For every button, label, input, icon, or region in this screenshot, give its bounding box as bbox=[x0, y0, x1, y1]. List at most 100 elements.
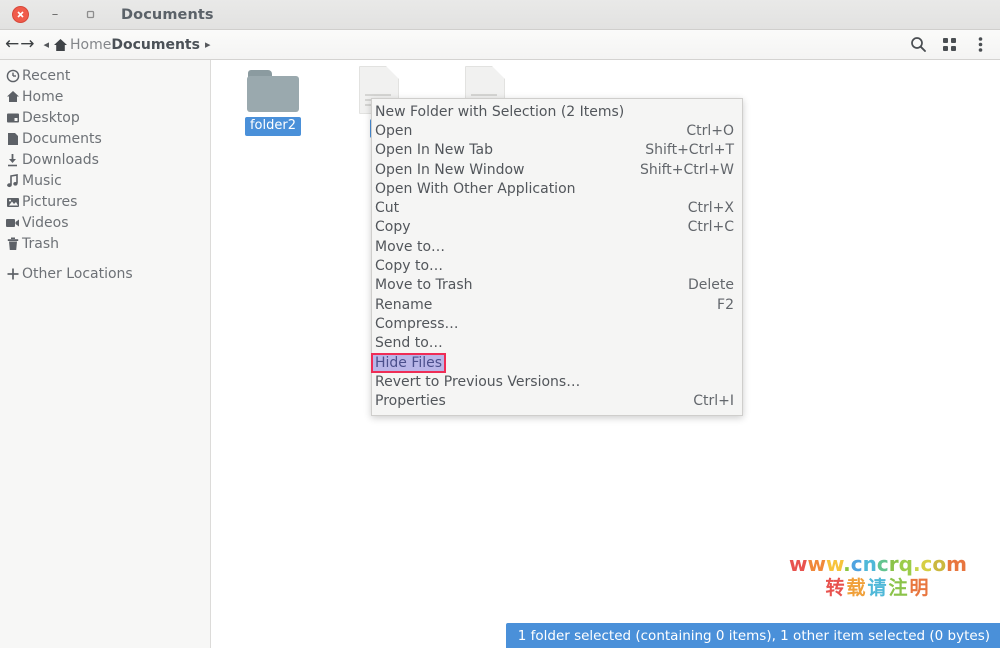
context-menu-item-label: Open With Other Application bbox=[375, 180, 576, 197]
breadcrumb-next-icon[interactable]: ▸ bbox=[205, 38, 211, 51]
context-menu-item[interactable]: Properties Ctrl+I bbox=[372, 391, 742, 410]
context-menu-item[interactable]: Revert to Previous Versions… bbox=[372, 372, 742, 391]
music-glyph-icon bbox=[7, 173, 18, 187]
context-menu-item[interactable]: Compress… bbox=[372, 314, 742, 333]
sidebar-item-desktop[interactable]: Desktop bbox=[0, 107, 210, 128]
navigation-arrows: ← → bbox=[5, 36, 35, 53]
context-menu-item-accelerator: Ctrl+O bbox=[686, 122, 734, 139]
search-glyph-icon bbox=[910, 37, 926, 52]
context-menu-item[interactable]: Copy to… bbox=[372, 256, 742, 275]
sidebar-item-documents[interactable]: Documents bbox=[0, 128, 210, 149]
file-fold bbox=[386, 66, 399, 79]
close-x-icon bbox=[16, 11, 24, 18]
context-menu-item[interactable]: Copy Ctrl+C bbox=[372, 218, 742, 237]
breadcrumb-item-home[interactable]: Home bbox=[70, 37, 111, 53]
watermark: www.cncrq.com 转载请注明 bbox=[789, 553, 967, 600]
sidebar-label-desktop: Desktop bbox=[22, 109, 80, 126]
context-menu-item[interactable]: Hide Files bbox=[370, 352, 742, 373]
desktop-icon bbox=[4, 110, 21, 125]
watermark-char: q bbox=[898, 552, 913, 577]
sidebar-separator bbox=[0, 254, 210, 263]
window-title: Documents bbox=[121, 6, 214, 23]
picture-icon bbox=[4, 194, 21, 209]
close-button[interactable] bbox=[11, 6, 29, 24]
context-menu-item-accelerator: Shift+Ctrl+W bbox=[639, 161, 734, 178]
forward-button[interactable]: → bbox=[20, 36, 34, 53]
plus-glyph-icon bbox=[7, 268, 18, 279]
trash-icon bbox=[4, 236, 21, 251]
watermark-char: c bbox=[850, 552, 863, 577]
context-menu-item[interactable]: Cut Ctrl+X bbox=[372, 198, 742, 217]
minimize-button[interactable]: – bbox=[46, 6, 64, 24]
context-menu-item-label: Open In New Window bbox=[375, 161, 525, 178]
context-menu-item-accelerator: F2 bbox=[717, 296, 734, 313]
context-menu-item-accelerator: Ctrl+I bbox=[693, 393, 734, 410]
context-menu-item-label: New Folder with Selection (2 Items) bbox=[375, 103, 625, 120]
context-menu-item[interactable]: New Folder with Selection (2 Items) bbox=[372, 102, 742, 121]
context-menu-item-label: Compress… bbox=[375, 315, 459, 332]
sidebar-label-documents: Documents bbox=[22, 130, 102, 147]
context-menu-item[interactable]: Move to Trash Delete bbox=[372, 276, 742, 295]
context-menu-item[interactable]: Rename F2 bbox=[372, 295, 742, 314]
watermark-char: 请 bbox=[867, 577, 889, 600]
watermark-char: 明 bbox=[909, 577, 931, 600]
sidebar-label-trash: Trash bbox=[22, 235, 59, 252]
context-menu-item[interactable]: Open Ctrl+O bbox=[372, 121, 742, 140]
sidebar-item-home[interactable]: Home bbox=[0, 86, 210, 107]
sidebar-label-videos: Videos bbox=[22, 214, 69, 231]
download-icon bbox=[4, 152, 21, 167]
context-menu-item-accelerator: Ctrl+X bbox=[687, 200, 734, 217]
watermark-char: o bbox=[932, 552, 947, 577]
file-item-folder2[interactable]: folder2 bbox=[230, 70, 316, 137]
breadcrumb-prev-icon[interactable]: ◂ bbox=[44, 38, 50, 51]
sidebar-item-other-locations[interactable]: Other Locations bbox=[0, 263, 210, 284]
clock-glyph-icon bbox=[6, 69, 19, 82]
context-menu-item[interactable]: Open In New Window Shift+Ctrl+W bbox=[372, 160, 742, 179]
context-menu-item-label: Rename bbox=[375, 296, 433, 313]
search-icon[interactable] bbox=[909, 36, 927, 54]
video-icon bbox=[4, 215, 21, 230]
sidebar-item-music[interactable]: Music bbox=[0, 170, 210, 191]
watermark-char: r bbox=[888, 552, 899, 577]
context-menu-item-label: Open In New Tab bbox=[375, 142, 493, 159]
context-menu-item-label: Open bbox=[375, 122, 413, 139]
more-options-icon[interactable] bbox=[971, 36, 989, 54]
video-glyph-icon bbox=[6, 219, 19, 227]
folder-body bbox=[247, 76, 299, 112]
sidebar-item-pictures[interactable]: Pictures bbox=[0, 191, 210, 212]
sidebar-label-other-locations: Other Locations bbox=[22, 265, 133, 282]
sidebar-item-trash[interactable]: Trash bbox=[0, 233, 210, 254]
music-note-icon bbox=[4, 173, 21, 188]
sidebar-label-pictures: Pictures bbox=[22, 193, 78, 210]
context-menu-item[interactable]: Send to… bbox=[372, 334, 742, 353]
context-menu-item-label: Send to… bbox=[375, 335, 443, 352]
context-menu-item-label: Copy to… bbox=[375, 258, 444, 275]
context-menu-item-label: Properties bbox=[375, 393, 446, 410]
watermark-char: . bbox=[912, 552, 921, 577]
sidebar-item-recent[interactable]: Recent bbox=[0, 65, 210, 86]
sidebar-item-videos[interactable]: Videos bbox=[0, 212, 210, 233]
back-button[interactable]: ← bbox=[5, 36, 19, 53]
clock-icon bbox=[4, 68, 21, 83]
context-menu-item-accelerator: Delete bbox=[688, 277, 734, 294]
home-icon bbox=[54, 38, 68, 51]
grid-view-icon[interactable] bbox=[940, 36, 958, 54]
header-bar: ← → ◂ Home Documents ▸ bbox=[0, 30, 1000, 60]
sidebar-item-downloads[interactable]: Downloads bbox=[0, 149, 210, 170]
status-bar: 1 folder selected (containing 0 items), … bbox=[505, 623, 1000, 648]
breadcrumb-item-documents[interactable]: Documents bbox=[111, 37, 200, 53]
file-fold bbox=[492, 66, 505, 79]
desktop-glyph-icon bbox=[6, 113, 19, 122]
sidebar-label-music: Music bbox=[22, 172, 62, 189]
maximize-button[interactable] bbox=[81, 6, 99, 24]
title-bar: – Documents bbox=[0, 0, 1000, 30]
context-menu-item[interactable]: Open With Other Application bbox=[372, 179, 742, 198]
context-menu-item[interactable]: Open In New Tab Shift+Ctrl+T bbox=[372, 141, 742, 160]
breadcrumb: ◂ Home Documents ▸ bbox=[44, 37, 211, 53]
watermark-line-2: 转载请注明 bbox=[789, 577, 967, 600]
file-label: folder2 bbox=[244, 117, 301, 137]
minimize-icon: – bbox=[51, 7, 59, 22]
context-menu-item[interactable]: Move to… bbox=[372, 237, 742, 256]
context-menu-item-label: Move to… bbox=[375, 238, 446, 255]
watermark-char: c bbox=[920, 552, 933, 577]
